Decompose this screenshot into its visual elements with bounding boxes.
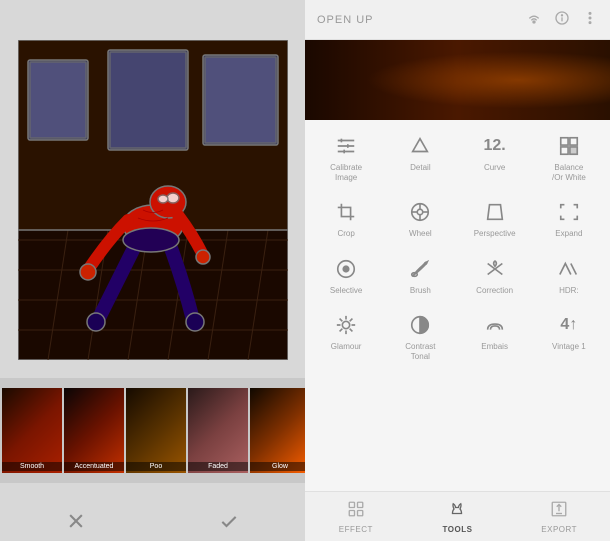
- perspective-icon: [481, 198, 509, 226]
- curve-icon: 12.: [481, 132, 509, 160]
- bottom-action-bar: [0, 501, 305, 541]
- tool-label-correction: Correction: [476, 286, 513, 296]
- thumbnail-glow[interactable]: Glow: [250, 388, 305, 473]
- thumb-label-glow: Glow: [250, 462, 305, 471]
- tool-perspective[interactable]: Perspective: [465, 194, 525, 243]
- nav-tools-label: TOOLS: [443, 525, 473, 534]
- tool-vintage[interactable]: 4↑ Vintage 1: [539, 307, 599, 365]
- menu-icon[interactable]: [582, 10, 598, 29]
- tool-crop[interactable]: Crop: [316, 194, 376, 243]
- crop-icon: [332, 198, 360, 226]
- wheel-icon: [406, 198, 434, 226]
- tool-label-glamour: Glamour: [331, 342, 362, 352]
- wifi-icon[interactable]: [526, 10, 542, 29]
- tool-label-embais: Embais: [481, 342, 508, 352]
- tool-label-contrast-tonal: ContrastTonal: [405, 342, 435, 361]
- main-image: [18, 40, 288, 360]
- selective-icon: [332, 255, 360, 283]
- nav-export[interactable]: EXPORT: [524, 500, 594, 534]
- tools-row-3: Selective Brush: [309, 251, 606, 300]
- tool-detail[interactable]: Detail: [390, 128, 450, 186]
- effect-icon: [347, 500, 365, 523]
- tool-label-wheel: Wheel: [409, 229, 432, 239]
- tool-label-brush: Brush: [410, 286, 431, 296]
- nav-effect[interactable]: EFFECT: [321, 500, 391, 534]
- confirm-button[interactable]: [209, 501, 249, 541]
- thumbnail-smooth[interactable]: Smooth: [2, 388, 62, 473]
- nav-export-label: EXPORT: [541, 525, 577, 534]
- tool-glamour[interactable]: Glamour: [316, 307, 376, 365]
- tool-curve[interactable]: 12. Curve: [465, 128, 525, 186]
- tool-label-hdr: HDR:: [559, 286, 579, 296]
- tool-label-detail: Detail: [410, 163, 430, 173]
- tools-row-4: Glamour ContrastTonal Em: [309, 307, 606, 365]
- calibrate-icon: [332, 132, 360, 160]
- expand-icon: [555, 198, 583, 226]
- tools-row-2: Crop Wheel: [309, 194, 606, 243]
- thumbnail-strip: Smooth Accentuated Poo Faded Glow Mornin…: [0, 378, 305, 483]
- right-header: OPEN UP: [305, 0, 610, 40]
- vintage-icon: 4↑: [555, 311, 583, 339]
- thumb-label-smooth: Smooth: [2, 462, 62, 471]
- tool-expand[interactable]: Expand: [539, 194, 599, 243]
- tool-calibrate[interactable]: CalibrateImage: [316, 128, 376, 186]
- contrast-tonal-icon: [406, 311, 434, 339]
- tool-label-perspective: Perspective: [474, 229, 516, 239]
- header-icons: [526, 10, 598, 29]
- thumb-label-faded: Faded: [188, 462, 248, 471]
- tool-label-balance: Balance/Or White: [552, 163, 586, 182]
- tool-label-vintage: Vintage 1: [552, 342, 586, 352]
- thumbnail-faded[interactable]: Faded: [188, 388, 248, 473]
- tool-label-crop: Crop: [337, 229, 354, 239]
- right-bottom-bar: EFFECT TOOLS EXPORT: [305, 491, 610, 541]
- left-panel: Smooth Accentuated Poo Faded Glow Mornin…: [0, 0, 305, 541]
- info-icon[interactable]: [554, 10, 570, 29]
- right-panel: OPEN UP: [305, 0, 610, 541]
- tool-selective[interactable]: Selective: [316, 251, 376, 300]
- balance-icon: [555, 132, 583, 160]
- tool-correction[interactable]: Correction: [465, 251, 525, 300]
- tools-grid: CalibrateImage Detail 12. Curve: [305, 120, 610, 491]
- tool-brush[interactable]: Brush: [390, 251, 450, 300]
- tool-balance[interactable]: Balance/Or White: [539, 128, 599, 186]
- correction-icon: [481, 255, 509, 283]
- tool-label-curve: Curve: [484, 163, 505, 173]
- thumbnail-poo[interactable]: Poo: [126, 388, 186, 473]
- tool-label-expand: Expand: [555, 229, 582, 239]
- thumb-label-poo: Poo: [126, 462, 186, 471]
- nav-tools[interactable]: TOOLS: [422, 500, 492, 534]
- detail-icon: [406, 132, 434, 160]
- tool-wheel[interactable]: Wheel: [390, 194, 450, 243]
- thumbnail-accentuated[interactable]: Accentuated: [64, 388, 124, 473]
- embais-icon: [481, 311, 509, 339]
- brush-icon: [406, 255, 434, 283]
- nav-effect-label: EFFECT: [339, 525, 373, 534]
- tools-row-1: CalibrateImage Detail 12. Curve: [309, 128, 606, 186]
- hdr-icon: [555, 255, 583, 283]
- open-up-label: OPEN UP: [317, 14, 374, 26]
- tool-hdr[interactable]: HDR:: [539, 251, 599, 300]
- tool-label-selective: Selective: [330, 286, 362, 296]
- tool-label-calibrate: CalibrateImage: [330, 163, 362, 182]
- tools-icon: [448, 500, 466, 523]
- glamour-icon: [332, 311, 360, 339]
- tool-embais[interactable]: Embais: [465, 307, 525, 365]
- cancel-button[interactable]: [56, 501, 96, 541]
- tool-contrast-tonal[interactable]: ContrastTonal: [390, 307, 450, 365]
- export-icon: [550, 500, 568, 523]
- thumb-label-accentuated: Accentuated: [64, 462, 124, 471]
- preview-image: [305, 40, 610, 120]
